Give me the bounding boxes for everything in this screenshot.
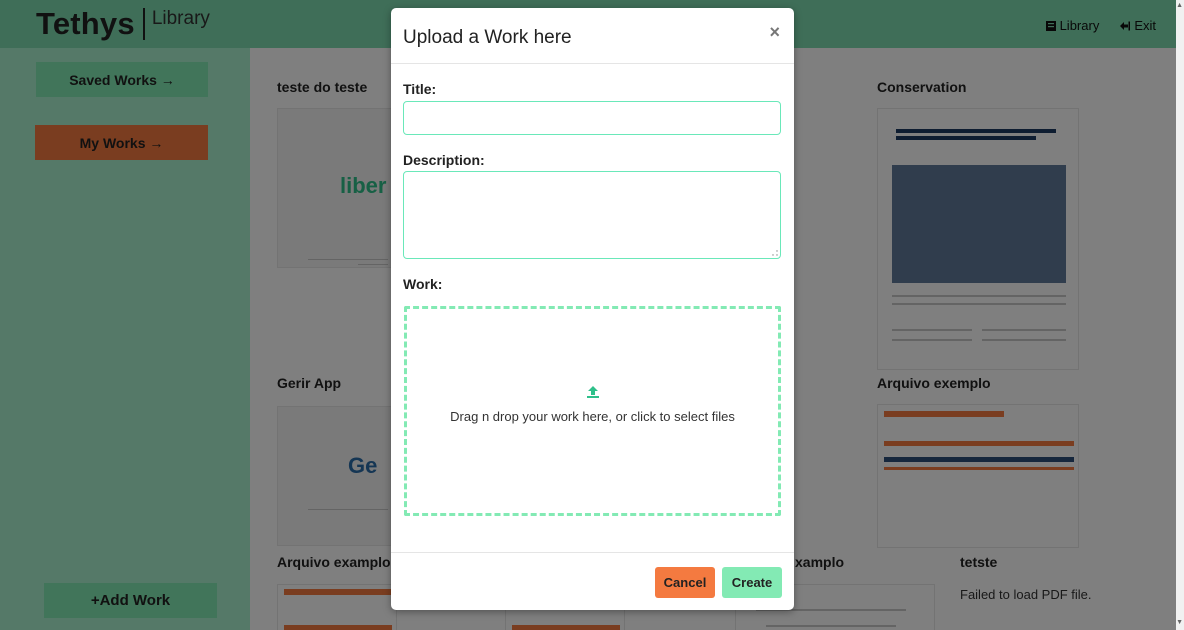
modal-footer: Cancel Create [391, 552, 794, 610]
modal-header: Upload a Work here × [391, 8, 794, 64]
modal-title: Upload a Work here [403, 27, 572, 48]
page-scrollbar[interactable]: ▲ ▼ [1176, 0, 1184, 630]
resize-grip-icon[interactable] [772, 250, 778, 256]
cancel-button[interactable]: Cancel [655, 567, 715, 598]
scroll-up-arrow-icon[interactable]: ▲ [1176, 2, 1183, 9]
dropzone-text: Drag n drop your work here, or click to … [450, 408, 735, 424]
title-input[interactable] [403, 101, 781, 135]
title-label: Title: [403, 81, 437, 97]
file-dropzone[interactable]: Drag n drop your work here, or click to … [404, 306, 781, 516]
description-label: Description: [403, 152, 485, 168]
create-button[interactable]: Create [722, 567, 782, 598]
scroll-down-arrow-icon[interactable]: ▼ [1176, 619, 1183, 626]
close-icon[interactable]: × [769, 22, 780, 43]
work-label: Work: [403, 276, 443, 292]
upload-work-modal: Upload a Work here × Title: Description:… [391, 8, 794, 610]
upload-icon [586, 385, 599, 398]
description-input[interactable] [403, 171, 781, 259]
